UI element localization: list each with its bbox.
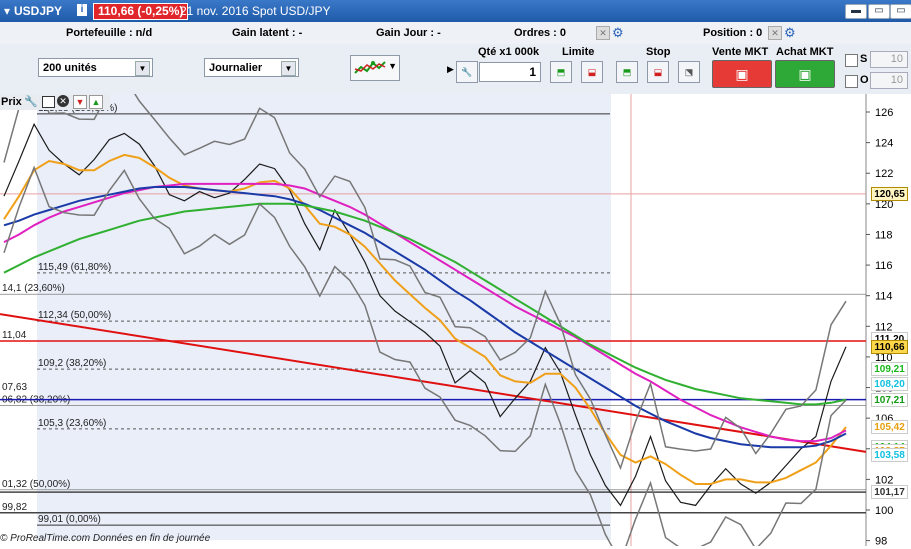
- achat-mkt-label: Achat MKT: [776, 46, 834, 58]
- vente-mkt-label: Vente MKT: [712, 46, 769, 58]
- fibonacci-label: 112,34 (50,00%): [38, 310, 111, 321]
- price-tag: 103,58: [871, 448, 908, 463]
- price-chart[interactable]: 1261241221201181161141121101081061041021…: [0, 67, 911, 549]
- price-tag: 101,17: [871, 485, 908, 500]
- limit-buy-icon: ⬒: [556, 67, 566, 77]
- cancel-orders-icon[interactable]: ✕: [596, 26, 610, 40]
- gear-icon[interactable]: ⚙: [784, 25, 796, 41]
- ordres-label: Ordres : 0: [514, 27, 566, 39]
- stop-sell-button[interactable]: ⬓: [647, 61, 669, 83]
- portefeuille-label: Portefeuille : n/d: [66, 27, 153, 39]
- limit-buy-button[interactable]: ⬒: [550, 61, 572, 83]
- o-label: O: [860, 74, 869, 86]
- symbol-label[interactable]: USDJPY: [14, 4, 62, 18]
- chart-canvas[interactable]: 1261241221201181161141121101081061041021…: [0, 67, 911, 549]
- price-change-badge: 110,66 (-0,25%): [93, 3, 189, 20]
- period-select[interactable]: Journalier ▼: [204, 58, 299, 77]
- chevron-down-icon[interactable]: ▾: [4, 4, 10, 18]
- y-tick-label: 122: [875, 168, 893, 180]
- stop-buy-icon: ⬒: [622, 67, 632, 77]
- fibonacci-label: 115,49 (61,80%): [38, 262, 111, 273]
- chart-prix-label: Prix: [1, 96, 22, 108]
- date-description: 21 nov. 2016 Spot USD/JPY: [180, 4, 331, 18]
- price-tag: 107,21: [871, 392, 908, 407]
- fibonacci-edge-label: 01,32 (50,00%): [2, 479, 70, 490]
- s-label: S: [860, 53, 868, 65]
- gain-jour-label: Gain Jour : -: [376, 27, 441, 39]
- numbox-1[interactable]: 10: [870, 51, 908, 68]
- stop-trail-icon: ⬔: [684, 67, 694, 77]
- order-toolbar: 200 unités ▼ Journalier ▼ ▼ ▶ 🔧 Qté x1 0…: [0, 44, 911, 95]
- checkbox-2[interactable]: [845, 75, 858, 88]
- price-tag: 120,65: [871, 186, 908, 201]
- period-select-value: Journalier: [209, 62, 263, 74]
- maximize-icon[interactable]: ▭: [868, 4, 890, 19]
- footer: © ProRealTime.com Données en fin de jour…: [0, 533, 211, 544]
- y-tick-label: 118: [875, 229, 893, 241]
- stop-label: Stop: [646, 46, 671, 58]
- sell-market-icon: ▣: [735, 66, 749, 82]
- stop-sell-icon: ⬓: [653, 67, 663, 77]
- limite-label: Limite: [562, 46, 595, 58]
- gain-latent-label: Gain latent : -: [232, 27, 303, 39]
- price-tag: 105,42: [871, 420, 908, 435]
- close-position-icon[interactable]: ✕: [768, 26, 782, 40]
- y-tick-label: 116: [875, 260, 893, 272]
- sell-market-button[interactable]: ▣: [712, 60, 772, 88]
- y-tick-label: 126: [875, 107, 893, 119]
- stop-buy-button[interactable]: ⬒: [616, 61, 638, 83]
- fibonacci-label: 109,2 (38,20%): [38, 358, 106, 369]
- edge-price-label: 99,82: [2, 502, 27, 513]
- minimize-icon[interactable]: ▬: [845, 4, 867, 19]
- close-icon[interactable]: ✕: [57, 95, 69, 107]
- chevron-down-icon: ▼: [388, 61, 397, 71]
- position-label: Position : 0: [703, 27, 763, 39]
- fibonacci-edge-label: 14,1 (23,60%): [2, 283, 65, 294]
- price-tag: 110,66: [871, 339, 908, 354]
- buy-arrow-icon[interactable]: ▲: [89, 95, 103, 109]
- limit-sell-icon: ⬓: [587, 67, 597, 77]
- price-tag: 109,21: [871, 362, 908, 377]
- title-bar: ▾ USDJPY i 110,66 (-0,25%) 21 nov. 2016 …: [0, 0, 911, 22]
- fibonacci-shade: [37, 94, 611, 540]
- wrench-icon[interactable]: 🔧: [456, 61, 478, 83]
- quantity-input[interactable]: 1: [479, 62, 541, 82]
- chart-toolbar: Prix 🔧 ✕ ▼ ▲: [0, 94, 110, 110]
- y-tick-label: 114: [875, 291, 893, 303]
- fibonacci-label: 105,3 (23,60%): [38, 418, 106, 429]
- edge-price-label: 07,63: [2, 382, 27, 393]
- close-icon[interactable]: ▭: [890, 4, 911, 19]
- stop-trail-button[interactable]: ⬔: [678, 61, 700, 83]
- account-info-bar: Portefeuille : n/d Gain latent : - Gain …: [0, 22, 911, 45]
- limit-sell-button[interactable]: ⬓: [581, 61, 603, 83]
- qty-label: Qté x1 000k: [478, 46, 540, 58]
- price-tag: 108,20: [871, 377, 908, 392]
- sell-arrow-icon[interactable]: ▼: [73, 95, 87, 109]
- buy-market-icon: ▣: [798, 66, 812, 82]
- buy-market-button[interactable]: ▣: [775, 60, 835, 88]
- chart-indicator-icon: [354, 61, 386, 74]
- y-tick-label: 124: [875, 138, 893, 150]
- info-icon[interactable]: i: [77, 4, 87, 16]
- chevron-down-icon[interactable]: ▼: [135, 61, 150, 76]
- fibonacci-label: 99,01 (0,00%): [38, 514, 101, 525]
- y-tick-label: 100: [875, 505, 893, 517]
- units-select[interactable]: 200 unités ▼: [38, 58, 153, 77]
- chevron-down-icon[interactable]: ▼: [281, 61, 296, 76]
- numbox-2[interactable]: 10: [870, 72, 908, 89]
- checkbox-1[interactable]: [845, 54, 858, 67]
- play-icon[interactable]: ▶: [447, 64, 454, 75]
- y-tick-label: 98: [875, 536, 887, 546]
- wrench-icon[interactable]: 🔧: [24, 95, 38, 108]
- gear-icon[interactable]: ⚙: [612, 25, 624, 41]
- units-select-value: 200 unités: [43, 62, 97, 74]
- edge-price-label: 11,04: [2, 330, 27, 341]
- window-icon[interactable]: [42, 96, 55, 108]
- chart-type-button[interactable]: ▼: [350, 55, 400, 81]
